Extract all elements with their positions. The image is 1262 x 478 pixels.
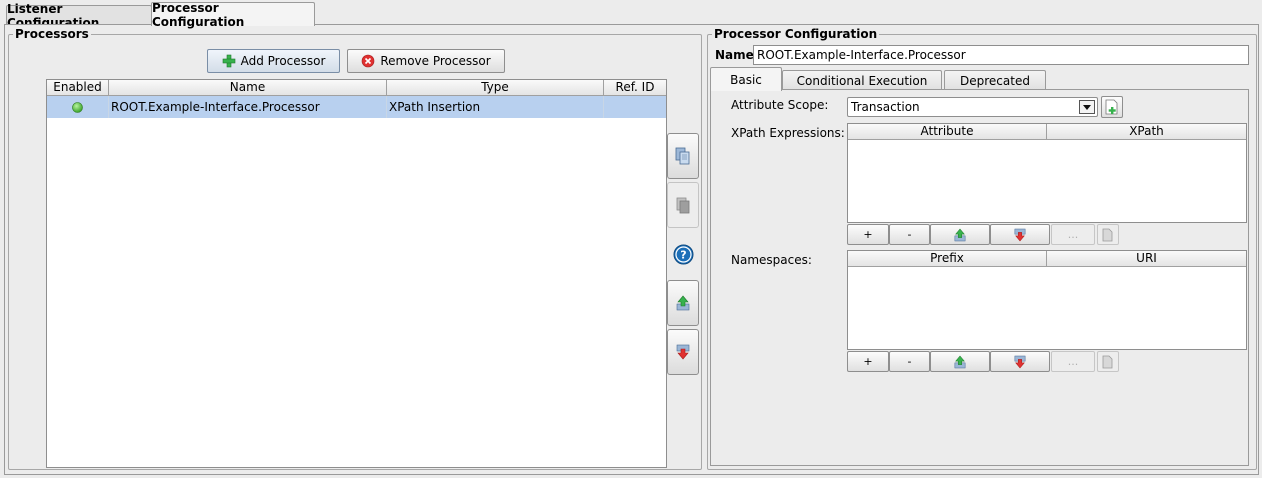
type-cell: XPath Insertion bbox=[387, 96, 604, 118]
xpath-expressions-label: XPath Expressions: bbox=[731, 126, 845, 140]
column-header-enabled[interactable]: Enabled bbox=[47, 80, 109, 96]
svg-text:?: ? bbox=[680, 249, 686, 262]
name-field[interactable]: ROOT.Example-Interface.Processor bbox=[753, 45, 1249, 65]
attribute-scope-select[interactable]: Transaction bbox=[847, 97, 1098, 117]
help-button[interactable]: ? bbox=[673, 244, 694, 265]
column-header-attribute[interactable]: Attribute bbox=[848, 124, 1047, 140]
help-icon: ? bbox=[673, 244, 694, 265]
xpath-remove-row-button[interactable]: - bbox=[889, 224, 930, 245]
namespace-document-button[interactable] bbox=[1097, 351, 1119, 372]
xpath-move-up-button[interactable] bbox=[930, 224, 990, 245]
column-header-type[interactable]: Type bbox=[387, 80, 604, 96]
processors-table[interactable]: Enabled Name Type Ref. ID ROOT.Example-I… bbox=[46, 79, 667, 468]
move-down-button[interactable] bbox=[667, 329, 699, 375]
move-up-icon bbox=[954, 228, 966, 241]
paste-button[interactable] bbox=[667, 182, 699, 228]
move-up-button[interactable] bbox=[667, 280, 699, 326]
column-header-name[interactable]: Name bbox=[109, 80, 387, 96]
name-cell: ROOT.Example-Interface.Processor bbox=[109, 96, 387, 118]
paste-icon bbox=[676, 197, 690, 214]
namespace-move-down-button[interactable] bbox=[990, 351, 1050, 372]
new-document-icon bbox=[1105, 99, 1118, 115]
green-status-dot-icon bbox=[72, 101, 83, 113]
chevron-down-icon bbox=[1083, 104, 1091, 110]
move-up-icon bbox=[676, 295, 690, 311]
move-up-icon bbox=[954, 355, 966, 368]
xpath-move-down-button[interactable] bbox=[990, 224, 1050, 245]
column-header-prefix[interactable]: Prefix bbox=[848, 251, 1047, 267]
namespace-remove-row-button[interactable]: - bbox=[889, 351, 930, 372]
remove-processor-label: Remove Processor bbox=[380, 54, 491, 68]
xpath-document-button[interactable] bbox=[1097, 224, 1119, 245]
namespaces-label: Namespaces: bbox=[731, 253, 812, 267]
namespace-move-up-button[interactable] bbox=[930, 351, 990, 372]
dropdown-arrow-button[interactable] bbox=[1079, 100, 1095, 114]
add-processor-label: Add Processor bbox=[240, 54, 326, 68]
document-icon bbox=[1102, 355, 1113, 368]
xpath-expressions-table[interactable]: Attribute XPath bbox=[847, 123, 1247, 223]
attribute-scope-label: Attribute Scope: bbox=[731, 98, 829, 112]
enabled-cell[interactable] bbox=[47, 96, 109, 118]
processor-configuration-title: Processor Configuration bbox=[712, 27, 880, 41]
namespace-edit-button[interactable]: ... bbox=[1051, 351, 1095, 372]
xpath-add-row-button[interactable]: + bbox=[847, 224, 889, 245]
remove-icon bbox=[362, 54, 375, 68]
plus-icon bbox=[222, 54, 235, 68]
move-down-icon bbox=[1014, 228, 1026, 241]
tab-deprecated[interactable]: Deprecated bbox=[944, 70, 1046, 90]
add-processor-button[interactable]: Add Processor bbox=[207, 49, 340, 73]
tab-basic[interactable]: Basic bbox=[710, 67, 782, 91]
move-down-icon bbox=[676, 344, 690, 360]
copy-icon bbox=[675, 147, 690, 165]
table-row[interactable]: ROOT.Example-Interface.Processor XPath I… bbox=[47, 96, 666, 118]
namespaces-table[interactable]: Prefix URI bbox=[847, 250, 1247, 350]
column-header-ref-id[interactable]: Ref. ID bbox=[604, 80, 666, 96]
tab-listener-configuration[interactable]: Listener Configuration bbox=[6, 2, 152, 30]
column-header-uri[interactable]: URI bbox=[1047, 251, 1246, 267]
document-icon bbox=[1102, 228, 1113, 241]
remove-processor-button[interactable]: Remove Processor bbox=[347, 49, 505, 73]
move-down-icon bbox=[1014, 355, 1026, 368]
xpath-edit-button[interactable]: ... bbox=[1051, 224, 1095, 245]
copy-button[interactable] bbox=[667, 133, 699, 179]
processors-group-title: Processors bbox=[13, 27, 91, 41]
namespace-add-row-button[interactable]: + bbox=[847, 351, 889, 372]
tab-processor-configuration[interactable]: Processor Configuration bbox=[151, 1, 315, 29]
ref-id-cell bbox=[604, 96, 666, 118]
tab-conditional-execution[interactable]: Conditional Execution bbox=[782, 70, 942, 90]
attribute-scope-value: Transaction bbox=[851, 100, 920, 114]
column-header-xpath[interactable]: XPath bbox=[1047, 124, 1246, 140]
add-scope-button[interactable] bbox=[1101, 96, 1123, 118]
